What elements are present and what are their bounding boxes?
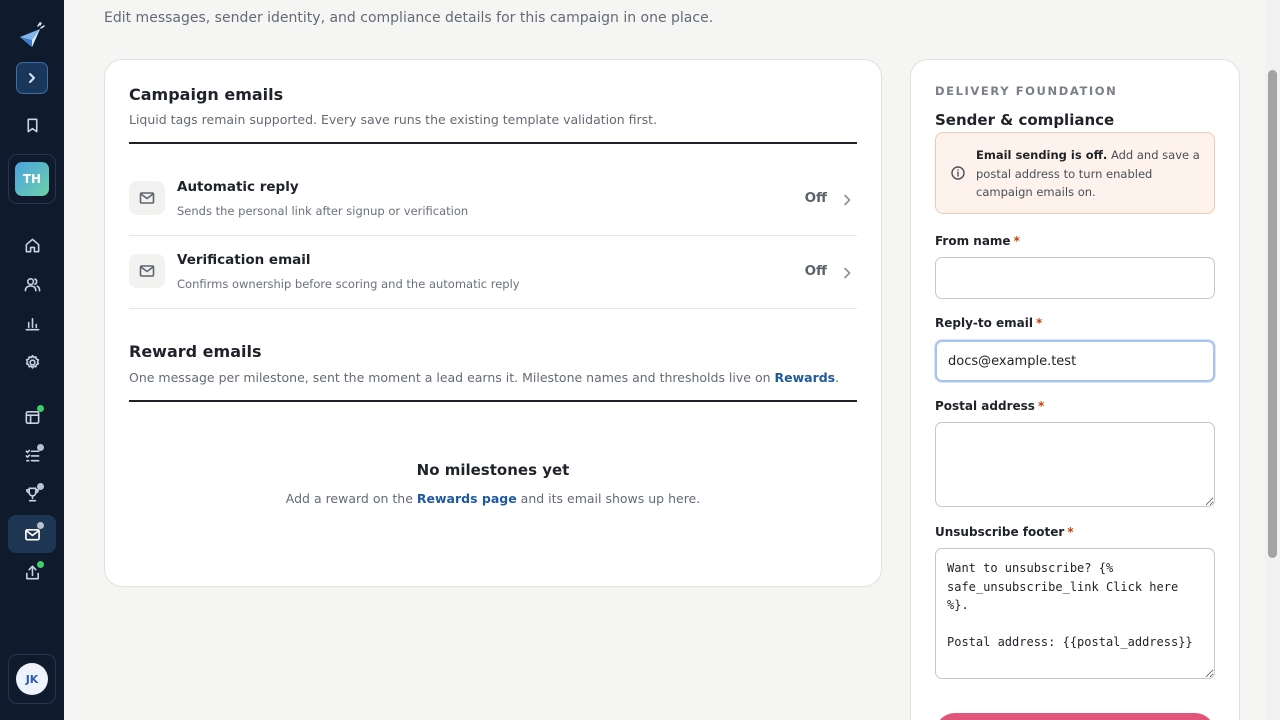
section-divider [129,400,857,402]
campaign-emails-title: Campaign emails [129,85,284,104]
chevron-right-icon [841,265,853,279]
required-marker: * [1067,525,1074,539]
alert-bold: Email sending is off. [976,148,1108,162]
reward-emails-title: Reward emails [129,342,262,361]
postal-address-label: Postal address * [935,399,1044,413]
sending-off-alert: Email sending is off. Add and save a pos… [935,132,1215,214]
reply-to-label: Reply-to email * [935,316,1042,330]
from-name-input[interactable] [935,257,1215,299]
row-title: Automatic reply [177,179,299,195]
from-name-label: From name * [935,234,1020,248]
reward-emails-subtitle: One message per milestone, sent the mome… [129,370,839,385]
bar-chart-icon[interactable] [16,307,48,339]
layout-status-dot [37,405,44,412]
gear-icon[interactable] [16,346,48,378]
workspace-switcher[interactable]: TH [8,154,56,204]
emails-card: Campaign emails Liquid tags remain suppo… [104,59,882,587]
row-status: Off [804,190,827,206]
email-row-verification[interactable]: Verification email Confirms ownership be… [129,236,857,309]
empty-text: and its email shows up here. [516,491,701,506]
users-icon[interactable] [16,268,48,300]
rewards-page-link[interactable]: Rewards page [417,491,517,506]
expand-sidebar-button[interactable] [16,62,48,94]
eyebrow-label: DELIVERY FOUNDATION [935,84,1118,98]
user-avatar: JK [16,663,48,695]
upload-status-dot [37,561,44,568]
unsubscribe-footer-label: Unsubscribe footer * [935,525,1074,539]
mail-icon [129,254,165,288]
rocket-logo-icon[interactable] [16,20,48,52]
scrollbar-thumb[interactable] [1268,70,1277,558]
label-text: Reply-to email [935,316,1034,330]
sender-compliance-title: Sender & compliance [935,111,1115,129]
subtitle-period: . [835,370,840,385]
subtitle-text: One message per milestone, sent the mome… [129,370,775,385]
empty-state-subtitle: Add a reward on the Rewards page and its… [105,491,881,506]
alert-message: Email sending is off. Add and save a pos… [976,146,1208,202]
empty-text: Add a reward on the [285,491,417,506]
workspace-avatar: TH [15,162,49,196]
reply-to-email-input[interactable] [935,340,1215,382]
checklist-icon[interactable] [16,439,48,471]
email-row-automatic-reply[interactable]: Automatic reply Sends the personal link … [129,163,857,236]
campaign-emails-subtitle: Liquid tags remain supported. Every save… [129,112,658,127]
required-marker: * [1013,234,1020,248]
sender-compliance-card: DELIVERY FOUNDATION Sender & compliance … [910,59,1240,720]
trophy-icon[interactable] [16,478,48,510]
postal-address-textarea[interactable] [935,422,1215,507]
required-marker: * [1037,399,1045,413]
mail-icon [129,181,165,215]
row-status: Off [804,263,827,279]
label-text: Postal address [935,399,1035,413]
row-title: Verification email [177,252,311,268]
row-description: Confirms ownership before scoring and th… [177,277,520,291]
row-description: Sends the personal link after signup or … [177,204,469,218]
checklist-status-dot [37,444,44,451]
page-intro: Edit messages, sender identity, and comp… [104,10,714,26]
sidebar: TH JK [0,0,64,720]
home-icon[interactable] [16,229,48,261]
section-divider [129,142,857,144]
label-text: From name [935,234,1011,248]
chevron-right-icon [29,73,35,83]
bookmark-icon[interactable] [16,109,48,141]
page-scrollbar[interactable] [1265,0,1280,720]
required-marker: * [1036,316,1043,330]
user-menu[interactable]: JK [8,654,56,704]
mail-status-dot [37,522,44,529]
trophy-status-dot [37,483,44,490]
empty-state-title: No milestones yet [416,461,570,479]
chevron-right-icon [841,192,853,206]
rewards-link[interactable]: Rewards [774,370,835,385]
unsubscribe-footer-textarea[interactable]: Want to unsubscribe? {% safe_unsubscribe… [935,548,1215,679]
save-button[interactable] [935,713,1215,720]
upload-icon[interactable] [16,556,48,588]
info-icon [950,165,966,181]
label-text: Unsubscribe footer [935,525,1065,539]
